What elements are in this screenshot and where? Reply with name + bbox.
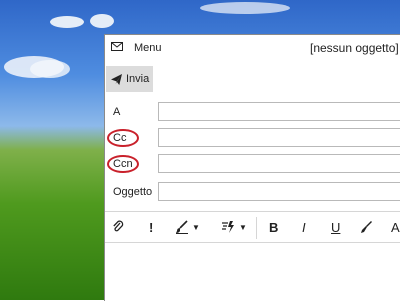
to-label: A [113,106,121,118]
font-color-button[interactable]: A [391,219,400,235]
send-button[interactable]: Invia [106,66,153,92]
to-field[interactable] [158,102,400,121]
attach-button[interactable] [112,219,124,235]
chevron-down-icon: ▼ [192,222,200,232]
formatting-toolbar: ! ▼ ▼ B I U A [105,211,400,243]
highlight-button[interactable]: ▼ [175,219,200,235]
paper-plane-icon [111,73,122,85]
priority-button[interactable]: ! [149,219,153,235]
subject-field[interactable] [158,182,400,201]
cloud [30,60,70,78]
send-label: Invia [126,73,150,85]
menu-button[interactable]: Menu [134,42,162,54]
cloud [90,14,114,28]
chevron-down-icon: ▼ [239,222,247,232]
bold-button[interactable]: B [269,219,278,235]
underline-button[interactable]: U [331,219,340,235]
format-painter-button[interactable] [360,219,373,235]
brush-icon [176,220,188,234]
cloud [200,2,290,14]
italic-button[interactable]: I [302,219,306,235]
cloud [50,16,84,28]
format-painter-icon [361,221,372,233]
bcc-field[interactable] [158,154,400,173]
format-button[interactable]: ▼ [221,219,247,235]
envelope-icon[interactable] [111,42,123,51]
title-bar: Menu [nessun oggetto] [105,35,400,61]
format-icon [222,221,234,233]
bcc-label: Ccn [113,158,133,170]
cc-label: Cc [113,132,127,144]
paperclip-icon [113,220,124,232]
window-title: [nessun oggetto] [310,41,399,55]
toolbar-divider [256,217,257,239]
subject-label: Oggetto [113,186,153,198]
compose-window: Menu [nessun oggetto] Invia A Cc Ccn Ogg… [104,34,400,301]
cc-field[interactable] [158,128,400,147]
